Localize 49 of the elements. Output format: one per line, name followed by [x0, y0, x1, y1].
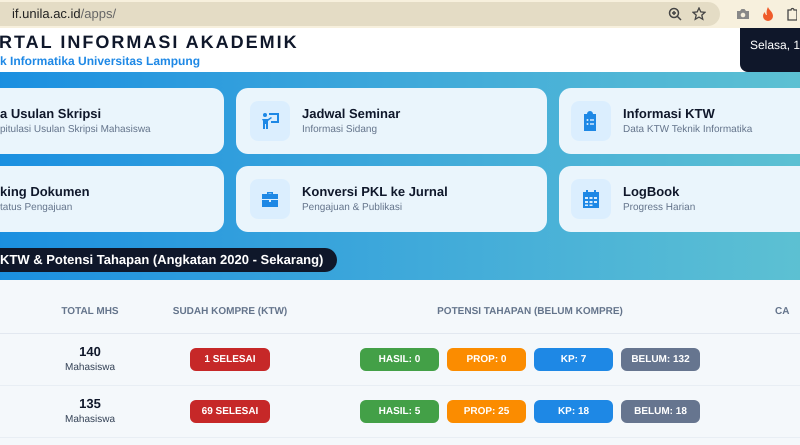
- column-header: TOTAL MHS: [60, 305, 120, 319]
- address-bar[interactable]: if.unila.ac.id/apps/: [0, 2, 720, 26]
- card-subtitle: Progress Harian: [623, 202, 696, 214]
- card-subtitle: tatus Pengajuan: [0, 202, 74, 214]
- url-text: if.unila.ac.id/apps/: [12, 5, 116, 24]
- stage-badge: HASIL: 0: [360, 348, 439, 371]
- stage-badge: BELUM: 18: [621, 400, 700, 423]
- total-count: 135: [79, 396, 101, 412]
- stage-badge: KP: 7: [534, 348, 613, 371]
- stage-badge: PROP: 0: [447, 348, 526, 371]
- portal-subtitle: k Informatika Universitas Lampung: [0, 54, 202, 69]
- total-count: 140: [79, 344, 101, 360]
- calendar-icon: [581, 189, 601, 209]
- card-title: king Dokumen: [0, 184, 90, 200]
- menu-card[interactable]: Jadwal Seminar Informasi Sidang: [236, 88, 547, 154]
- column-header: CA: [774, 305, 790, 319]
- card-title: LogBook: [623, 184, 680, 200]
- column-header: SUDAH KOMPRE (KTW): [172, 305, 288, 319]
- date-box: Selasa, 1: [740, 28, 800, 72]
- briefcase-icon: [260, 189, 280, 209]
- flame-icon[interactable]: [762, 7, 774, 21]
- card-title: Konversi PKL ke Jurnal: [302, 184, 448, 200]
- stage-badge: BELUM: 132: [621, 348, 700, 371]
- status-badge: 1 SELESAI: [190, 348, 270, 371]
- menu-card[interactable]: king Dokumen tatus Pengajuan: [0, 166, 224, 232]
- column-header: POTENSI TAHAPAN (BELUM KOMPRE): [436, 305, 624, 319]
- menu-card[interactable]: LogBook Progress Harian: [559, 166, 800, 232]
- menu-card[interactable]: Informasi KTW Data KTW Teknik Informatika: [559, 88, 800, 154]
- card-subtitle: Data KTW Teknik Informatika: [623, 124, 752, 136]
- unit-label: Mahasiswa: [64, 414, 116, 427]
- menu-card[interactable]: Konversi PKL ke Jurnal Pengajuan & Publikasi: [236, 166, 547, 232]
- card-subtitle: pitulasi Usulan Skripsi Mahasiswa: [0, 124, 151, 136]
- card-subtitle: Pengajuan & Publikasi: [302, 202, 404, 214]
- card-title: a Usulan Skripsi: [0, 106, 102, 122]
- camera-icon[interactable]: [736, 8, 750, 20]
- unit-label: Mahasiswa: [64, 362, 116, 375]
- star-icon[interactable]: [692, 7, 706, 21]
- status-badge: 69 SELESAI: [190, 400, 270, 423]
- stage-badge: PROP: 25: [447, 400, 526, 423]
- menu-card[interactable]: a Usulan Skripsi pitulasi Usulan Skripsi Mahasiswa: [0, 88, 224, 154]
- stage-badge: KP: 18: [534, 400, 613, 423]
- section-title: KTW & Potensi Tahapan (Angkatan 2020 - Sekarang): [0, 248, 338, 272]
- card-title: Informasi KTW: [623, 106, 716, 122]
- portal-title: RTAL INFORMASI AKADEMIK: [0, 31, 300, 54]
- card-subtitle: Informasi Sidang: [302, 124, 378, 136]
- presenter-icon: [260, 111, 280, 131]
- zoom-icon[interactable]: [668, 7, 682, 21]
- stage-badge: HASIL: 5: [360, 400, 439, 423]
- card-title: Jadwal Seminar: [302, 106, 400, 122]
